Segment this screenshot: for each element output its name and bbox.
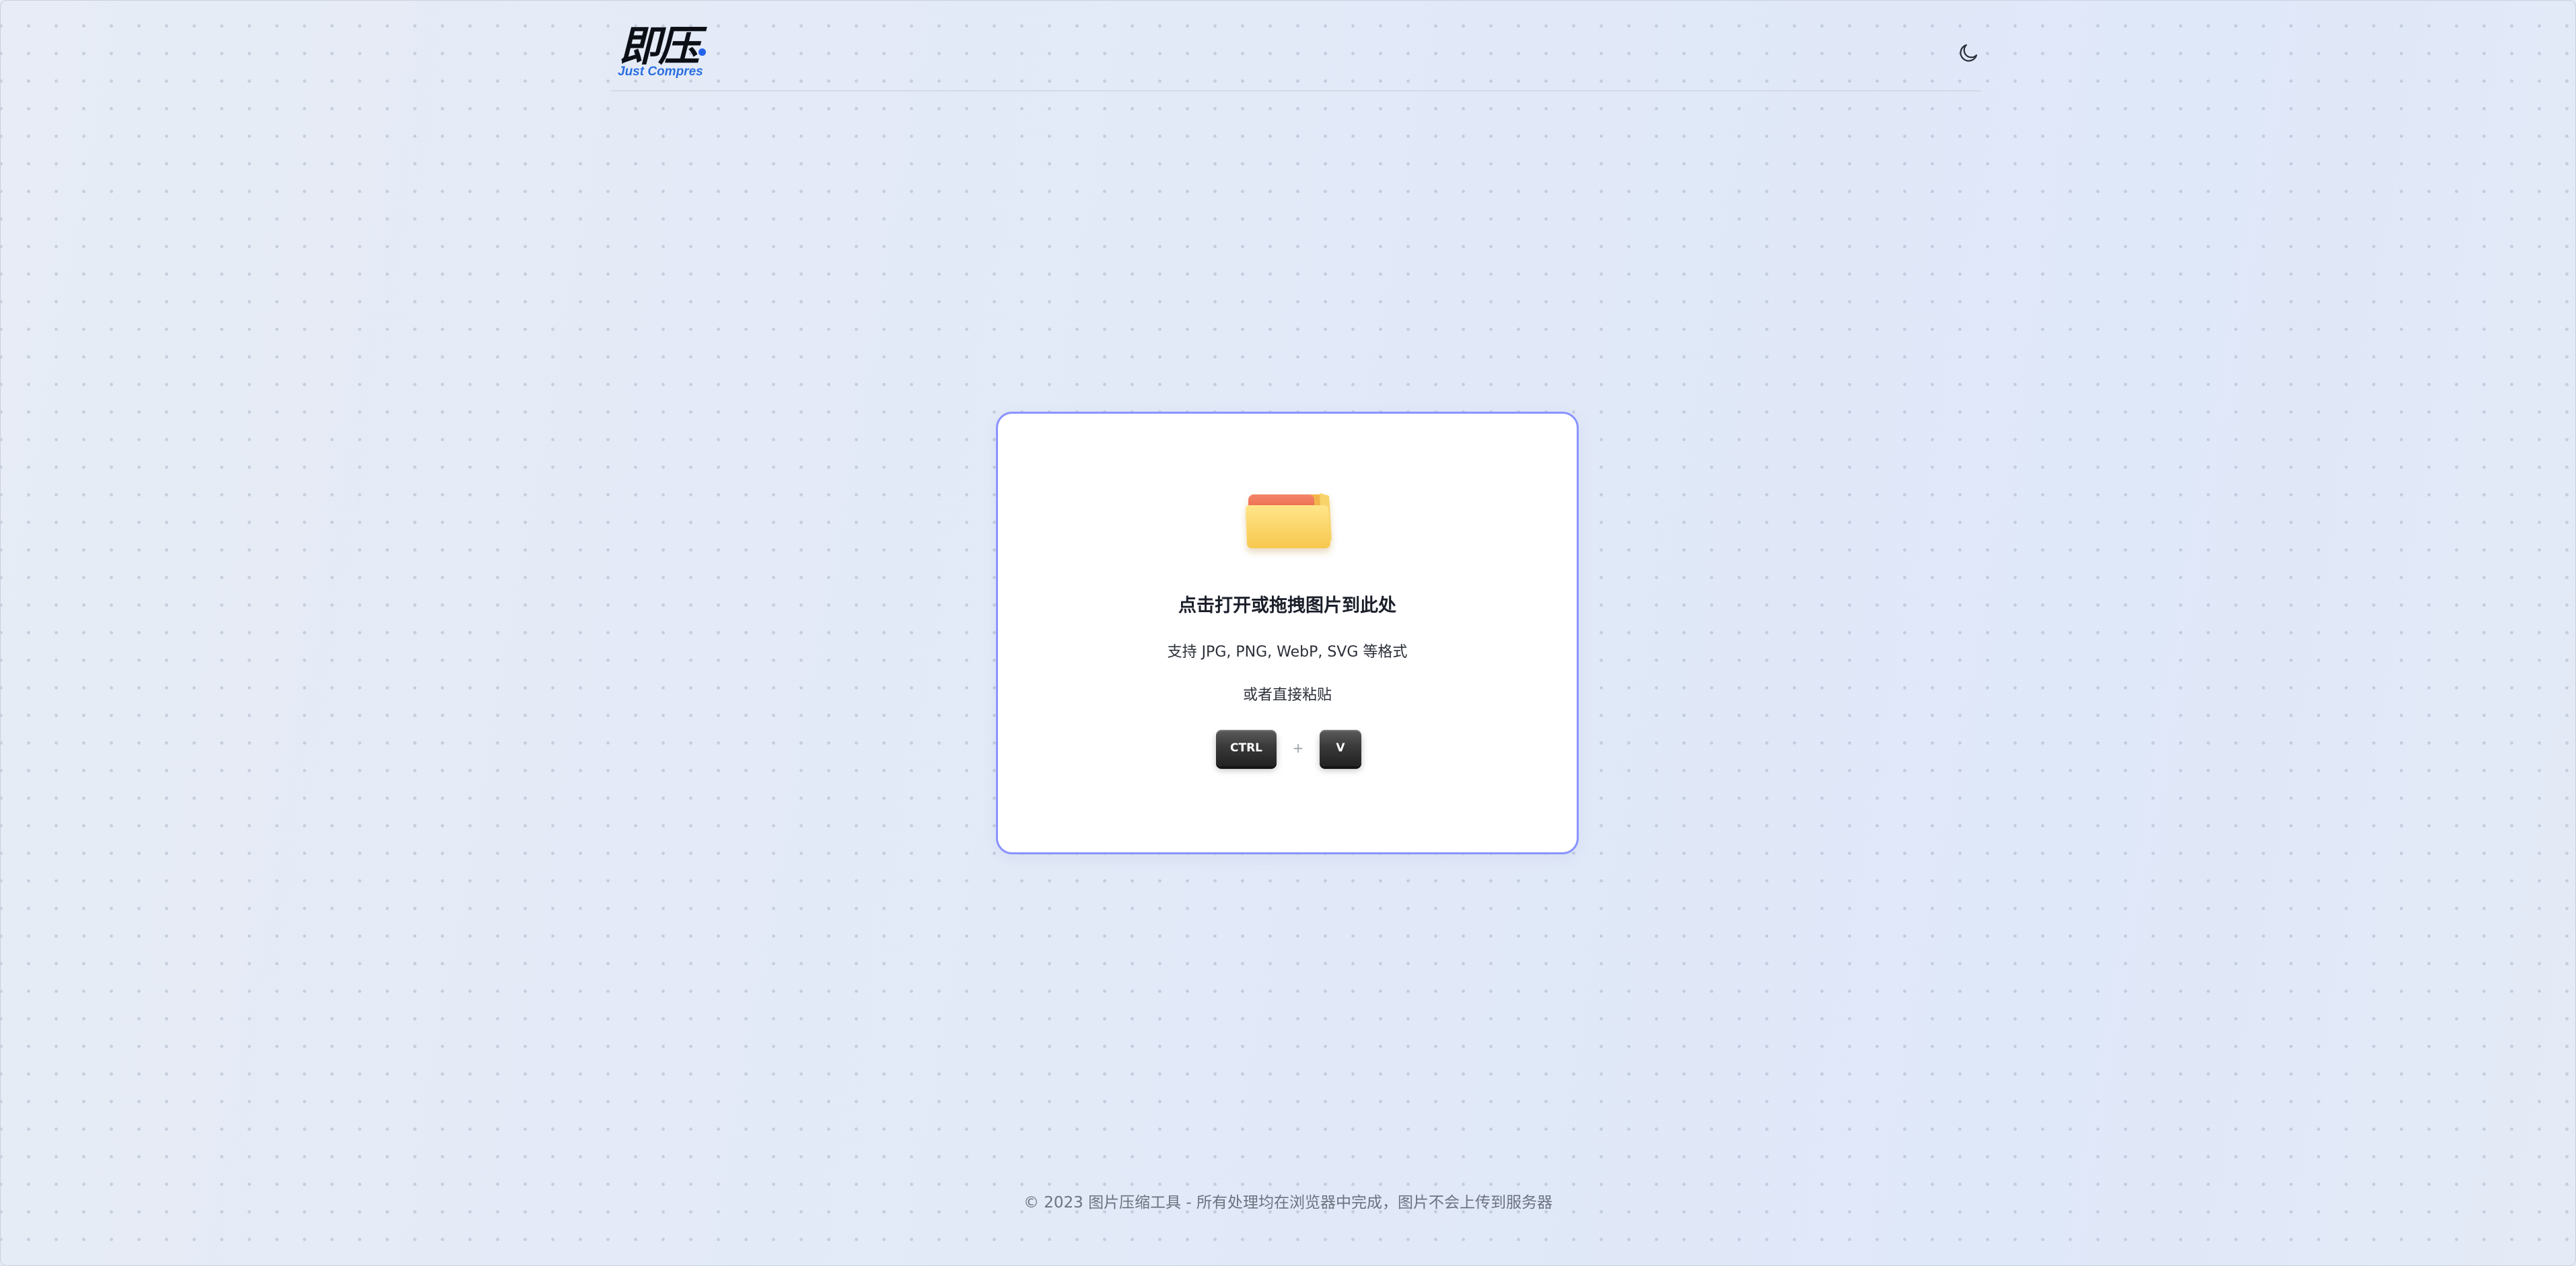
logo-dot [699,48,706,56]
paste-hint-text: 或者直接粘贴 [1242,687,1332,704]
upload-dropzone[interactable]: 点击打开或拖拽图片到此处 支持 JPG, PNG, WebP, SVG 等格式 … [996,412,1579,854]
footer-text: © 2023 图片压缩工具 - 所有处理均在浏览器中完成，图片不会上传到服务器 [1023,1194,1553,1212]
v-key: V [1320,730,1361,766]
paste-shortcut: CTRL + V [998,729,1577,768]
logo-text: 即压 [619,22,700,71]
logo-subtitle: Just Compres [618,65,703,79]
ctrl-key: CTRL [1216,730,1277,766]
shortcut-plus: + [1292,740,1304,756]
folder-icon [1239,481,1340,562]
top-header: 即压 Just Compres [611,0,1981,91]
app-logo[interactable]: 即压 Just Compres [616,24,717,81]
supported-formats-text: 支持 JPG, PNG, WebP, SVG 等格式 [1167,644,1408,661]
moon-icon [1960,44,1978,62]
theme-toggle-button[interactable] [1953,38,1984,69]
upload-title: 点击打开或拖拽图片到此处 [1178,595,1396,616]
